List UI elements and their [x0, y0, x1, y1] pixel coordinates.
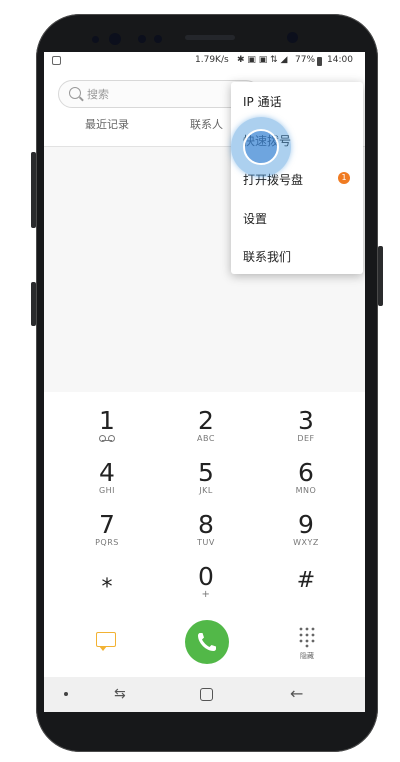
screen: 1.79K/s ✱ ▣ ▣ ⇅ ◢ 77% 14:00 搜索 最近记录 联系人 … [44, 52, 365, 712]
touch-indicator-inner [243, 129, 279, 165]
search-placeholder: 搜索 [87, 88, 109, 101]
menu-item-settings[interactable]: 设置 [243, 210, 267, 227]
key-letters: ABC [197, 434, 215, 443]
key-digit: 0 [198, 562, 214, 591]
menu-badge: 1 [338, 172, 350, 184]
key-star[interactable]: ⁎ [67, 568, 147, 594]
key-letters: TUV [197, 538, 215, 547]
key-digit: 5 [198, 458, 214, 487]
overflow-menu: IP 通话 快速拨号 打开拨号盘 1 设置 联系我们 [231, 82, 363, 274]
key-3[interactable]: 3 DEF [266, 408, 346, 444]
key-digit: 7 [99, 510, 115, 539]
navigation-bar: ⇆ ← [44, 677, 365, 712]
key-letters: + [201, 589, 211, 600]
key-0[interactable]: 0 + [166, 564, 246, 600]
volume-button [31, 282, 36, 326]
menu-item-contact-us[interactable]: 联系我们 [243, 248, 291, 265]
key-6[interactable]: 6 MNO [266, 460, 346, 496]
voicemail-icon [99, 435, 115, 442]
key-digit: 6 [298, 458, 314, 487]
tab-recent[interactable]: 最近记录 [85, 116, 129, 132]
keypad-icon [299, 627, 315, 648]
key-digit: 4 [99, 458, 115, 487]
key-2[interactable]: 2 ABC [166, 408, 246, 444]
key-letters: MNO [295, 486, 317, 495]
key-digit: 3 [298, 406, 314, 435]
battery-level: 77% [295, 55, 316, 65]
key-5[interactable]: 5 JKL [166, 460, 246, 496]
front-camera [109, 33, 121, 45]
clock: 14:00 [327, 55, 353, 65]
recent-apps-icon[interactable]: ⇆ [114, 686, 126, 702]
keypad-hide-button[interactable]: 隐藏 [292, 626, 322, 666]
call-button[interactable] [185, 620, 229, 664]
back-icon[interactable]: ← [290, 684, 303, 703]
touch-indicator [231, 117, 291, 177]
key-digit: 8 [198, 510, 214, 539]
network-speed: 1.79K/s [195, 55, 229, 65]
key-digit: 2 [198, 406, 214, 435]
search-icon [69, 87, 81, 99]
sensor [92, 36, 99, 43]
key-digit: # [296, 568, 316, 593]
key-digit: 1 [99, 406, 115, 435]
menu-item-ip-call[interactable]: IP 通话 [243, 93, 282, 110]
hide-label: 隐藏 [300, 652, 314, 660]
home-icon[interactable] [200, 688, 213, 701]
power-button [378, 246, 383, 306]
key-digit: ⁎ [101, 568, 113, 593]
key-letters: WXYZ [293, 538, 319, 547]
action-bar: 隐藏 [44, 614, 365, 677]
sensor [138, 35, 146, 43]
sensor [154, 35, 162, 43]
status-icons: ✱ ▣ ▣ ⇅ ◢ [237, 55, 288, 65]
tab-contacts[interactable]: 联系人 [190, 116, 223, 132]
key-7[interactable]: 7 PQRS [67, 512, 147, 548]
key-1[interactable]: 1 [67, 406, 147, 442]
message-icon[interactable] [96, 632, 116, 647]
dial-pad: 1 2 ABC 3 DEF 4 GHI 5 JKL 6 MNO 7 PQRS 8… [44, 392, 365, 614]
key-letters: PQRS [95, 538, 119, 547]
earpiece [185, 35, 235, 40]
front-camera [287, 32, 298, 43]
search-input[interactable]: 搜索 [58, 80, 260, 108]
key-8[interactable]: 8 TUV [166, 512, 246, 548]
settings-icon [52, 56, 61, 65]
key-9[interactable]: 9 WXYZ [266, 512, 346, 548]
key-letters: DEF [297, 434, 315, 443]
key-letters: JKL [199, 486, 213, 495]
status-bar: 1.79K/s ✱ ▣ ▣ ⇅ ◢ 77% 14:00 [44, 52, 365, 72]
phone-icon [198, 633, 216, 651]
key-hash[interactable]: # [266, 568, 346, 594]
bixby-button [31, 152, 36, 228]
battery-icon [317, 57, 322, 66]
message-icon-tail [99, 646, 107, 651]
key-letters: GHI [98, 486, 116, 495]
nav-dot [64, 692, 68, 696]
key-digit: 9 [298, 510, 314, 539]
key-4[interactable]: 4 GHI [67, 460, 147, 496]
